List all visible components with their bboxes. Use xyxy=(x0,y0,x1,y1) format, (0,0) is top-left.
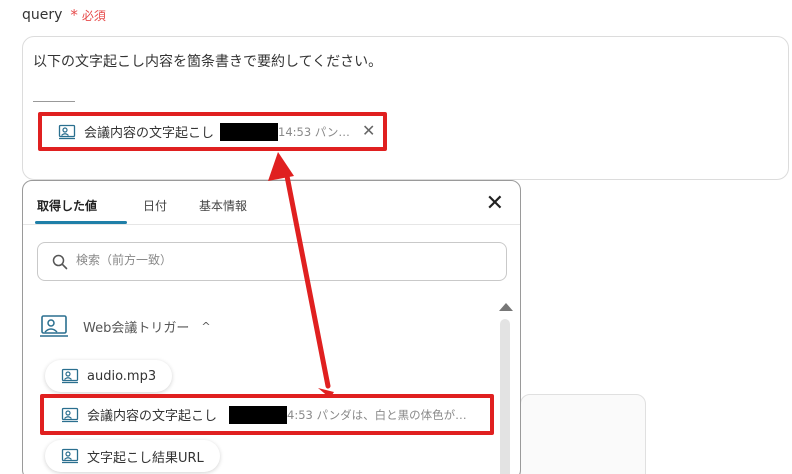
double-headed-arrow xyxy=(268,152,334,398)
arrow-head-up xyxy=(268,152,294,181)
arrow-head-down xyxy=(318,388,334,398)
arrow-shaft xyxy=(284,173,331,389)
